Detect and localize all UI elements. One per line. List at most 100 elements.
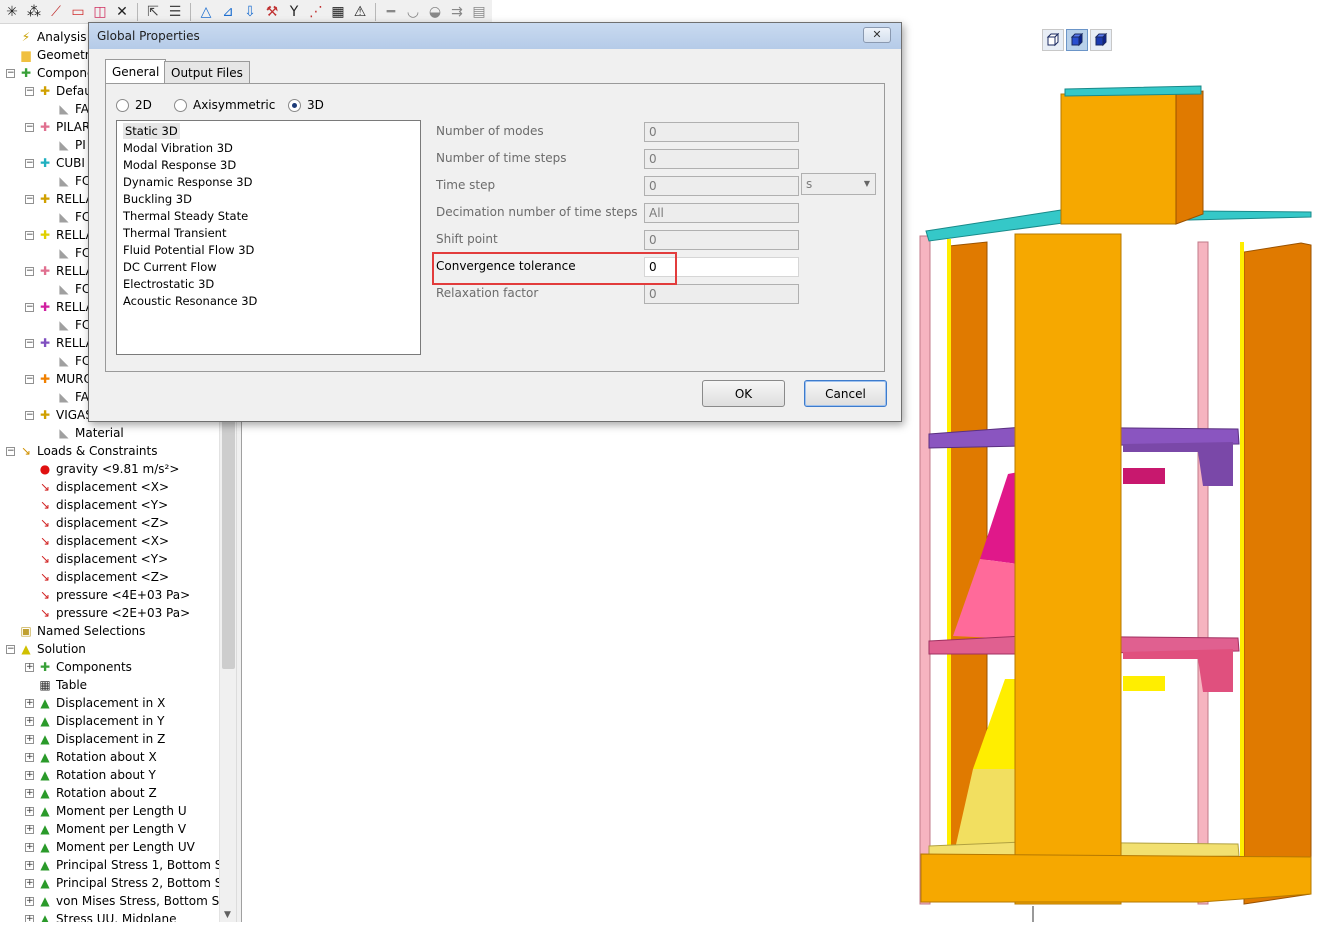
- tree-item[interactable]: ↘ pressure <4E+03 Pa>: [0, 586, 220, 604]
- field-input[interactable]: 0: [644, 284, 799, 304]
- field-input[interactable]: 0: [644, 176, 799, 196]
- tree-item[interactable]: ▣ Named Selections: [0, 622, 220, 640]
- analysis-list-item[interactable]: Thermal Transient: [117, 225, 420, 242]
- tree-scrollbar-thumb[interactable]: [222, 419, 235, 669]
- tree-item[interactable]: + ▲ Displacement in Y: [0, 712, 220, 730]
- tree-expander-icon[interactable]: +: [25, 878, 34, 888]
- tree-item[interactable]: + ▲ von Mises Stress, Bottom Surf: [0, 892, 236, 910]
- rectangle-icon[interactable]: ▭: [68, 2, 88, 22]
- tree-expander-icon[interactable]: +: [25, 914, 34, 922]
- analysis-list-item[interactable]: Modal Vibration 3D: [117, 140, 420, 157]
- bowl-icon[interactable]: ◒: [425, 2, 445, 22]
- tree-item[interactable]: + ▲ Moment per Length V: [0, 820, 220, 838]
- measure-icon[interactable]: ⊿: [218, 2, 238, 22]
- tree-item[interactable]: ● gravity <9.81 m/s²>: [0, 460, 220, 478]
- radio-2d-circle[interactable]: [116, 98, 129, 112]
- list-icon[interactable]: ☰: [165, 2, 185, 22]
- analysis-type-list[interactable]: Static 3D Modal Vibration 3D Modal Respons…: [116, 120, 421, 355]
- cancel-button[interactable]: Cancel: [804, 380, 887, 407]
- tree-item[interactable]: + ▲ Stress UU, Midplane: [0, 910, 220, 922]
- arc-icon[interactable]: ◡: [403, 2, 423, 22]
- tree-item[interactable]: ▦ Table: [0, 676, 220, 694]
- tree-item[interactable]: − ▲ Solution: [0, 640, 220, 658]
- radio-axisymmetric[interactable]: Axisymmetric: [174, 98, 275, 112]
- tree-item[interactable]: ↘ displacement <X>: [0, 532, 220, 550]
- tree-expander-icon[interactable]: −: [25, 230, 34, 240]
- tree-item[interactable]: + ▲ Rotation about Z: [0, 784, 220, 802]
- tree-item[interactable]: ↘ displacement <Z>: [0, 514, 220, 532]
- tree-item[interactable]: ↘ displacement <Y>: [0, 550, 220, 568]
- radio-3d[interactable]: 3D: [288, 98, 324, 112]
- tree-expander-icon[interactable]: −: [6, 68, 15, 78]
- tree-expander-icon[interactable]: −: [25, 86, 34, 96]
- tool-icon[interactable]: ⚒: [262, 2, 282, 22]
- analysis-list-item[interactable]: Electrostatic 3D: [117, 276, 420, 293]
- tree-item[interactable]: ↘ displacement <Y>: [0, 496, 220, 514]
- field-input[interactable]: 0: [644, 230, 799, 250]
- tree-expander-icon[interactable]: −: [6, 446, 15, 456]
- time-unit-select[interactable]: s ▼: [801, 173, 876, 195]
- solid-cube-icon[interactable]: [1090, 29, 1112, 51]
- tree-expander-icon[interactable]: +: [25, 860, 34, 870]
- analysis-list-item[interactable]: Acoustic Resonance 3D: [117, 293, 420, 310]
- analysis-list-item[interactable]: Dynamic Response 3D: [117, 174, 420, 191]
- shaded-cube-icon[interactable]: [1066, 29, 1088, 51]
- tree-item[interactable]: ◣ Material: [0, 424, 220, 442]
- tree-item[interactable]: + ▲ Principal Stress 1, Bottom Surf: [0, 856, 236, 874]
- tree-expander-icon[interactable]: −: [25, 266, 34, 276]
- box-icon[interactable]: ◫: [90, 2, 110, 22]
- tree-expander-icon[interactable]: −: [6, 644, 15, 654]
- tree-expander-icon[interactable]: +: [25, 824, 34, 834]
- tree-item[interactable]: ↘ displacement <X>: [0, 478, 220, 496]
- analysis-list-item[interactable]: Thermal Steady State: [117, 208, 420, 225]
- tree-expander-icon[interactable]: −: [25, 374, 34, 384]
- tree-expander-icon[interactable]: −: [25, 410, 34, 420]
- node-select-icon[interactable]: ⁂: [24, 2, 44, 22]
- tree-expander-icon[interactable]: +: [25, 734, 34, 744]
- pointer-icon[interactable]: ⇱: [143, 2, 163, 22]
- analysis-list-item[interactable]: Modal Response 3D: [117, 157, 420, 174]
- tree-expander-icon[interactable]: +: [25, 806, 34, 816]
- tree-expander-icon[interactable]: −: [25, 194, 34, 204]
- field-input[interactable]: All: [644, 203, 799, 223]
- tree-item[interactable]: ↘ pressure <2E+03 Pa>: [0, 604, 220, 622]
- tree-item[interactable]: + ▲ Principal Stress 2, Bottom Surf: [0, 874, 236, 892]
- tree-item[interactable]: + ▲ Moment per Length U: [0, 802, 220, 820]
- warning-icon[interactable]: ⚠: [350, 2, 370, 22]
- tree-expander-icon[interactable]: −: [25, 122, 34, 132]
- arrows-icon[interactable]: ⇉: [447, 2, 467, 22]
- line-icon[interactable]: ⟋: [46, 2, 66, 22]
- wireframe-cube-icon[interactable]: [1042, 29, 1064, 51]
- tree-expander-icon[interactable]: +: [25, 842, 34, 852]
- tree-item[interactable]: + ▲ Displacement in Z: [0, 730, 220, 748]
- film-icon[interactable]: ▤: [469, 2, 489, 22]
- tree-item[interactable]: + ▲ Moment per Length UV: [0, 838, 220, 856]
- fork-icon[interactable]: Y: [284, 2, 304, 22]
- analysis-list-item[interactable]: Buckling 3D: [117, 191, 420, 208]
- ok-button[interactable]: OK: [702, 380, 785, 407]
- line-tool-icon[interactable]: ━: [381, 2, 401, 22]
- field-input[interactable]: 0: [644, 122, 799, 142]
- load-icon[interactable]: ⇩: [240, 2, 260, 22]
- delete-icon[interactable]: ✕: [112, 2, 132, 22]
- analysis-list-item[interactable]: Static 3D: [117, 123, 420, 140]
- tree-expander-icon[interactable]: +: [25, 662, 34, 672]
- mesh-icon[interactable]: ▦: [328, 2, 348, 22]
- tree-item[interactable]: ↘ displacement <Z>: [0, 568, 220, 586]
- dots-icon[interactable]: ⋰: [306, 2, 326, 22]
- tree-expander-icon[interactable]: +: [25, 788, 34, 798]
- radio-2d[interactable]: 2D: [116, 98, 152, 112]
- tree-expander-icon[interactable]: +: [25, 716, 34, 726]
- tree-item[interactable]: + ▲ Rotation about X: [0, 748, 220, 766]
- tab-general[interactable]: General: [105, 59, 167, 84]
- tree-item[interactable]: − ↘ Loads & Constraints: [0, 442, 220, 460]
- radio-axisymmetric-circle[interactable]: [174, 98, 187, 112]
- tree-expander-icon[interactable]: −: [25, 338, 34, 348]
- node-icon[interactable]: ✳: [2, 2, 22, 22]
- tree-item[interactable]: + ✚ Components: [0, 658, 220, 676]
- tab-output-files[interactable]: Output Files: [164, 61, 250, 83]
- analysis-list-item[interactable]: DC Current Flow: [117, 259, 420, 276]
- analysis-list-item[interactable]: Fluid Potential Flow 3D: [117, 242, 420, 259]
- tree-expander-icon[interactable]: +: [25, 896, 34, 906]
- scroll-down-icon[interactable]: ▼: [224, 910, 231, 920]
